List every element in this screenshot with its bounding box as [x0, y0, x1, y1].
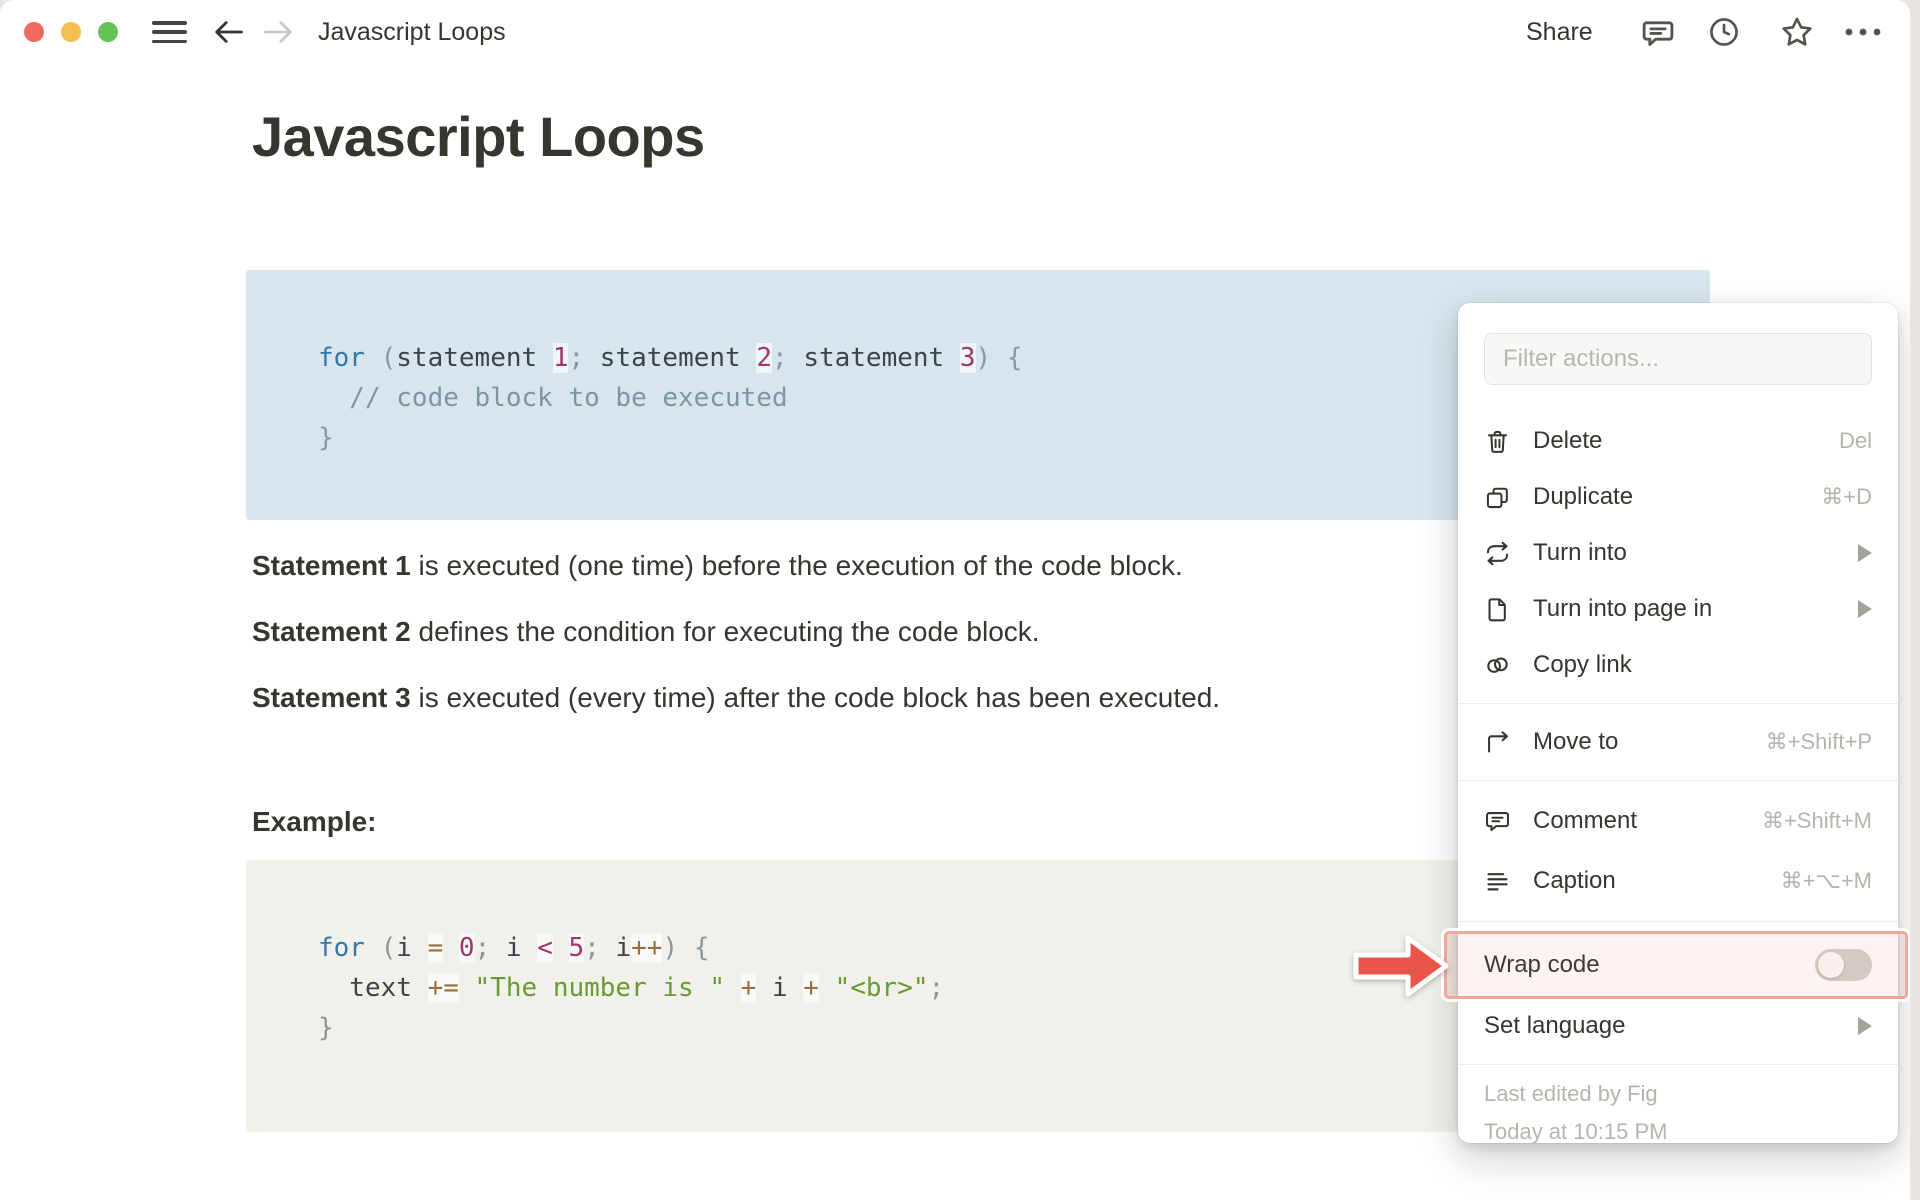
menu-item-delete[interactable]: Delete Del — [1458, 413, 1898, 469]
menu-separator — [1458, 780, 1898, 781]
menu-separator — [1458, 1064, 1898, 1065]
menu-item-comment[interactable]: Comment ⌘+Shift+M — [1458, 791, 1898, 851]
traffic-light-zoom[interactable] — [98, 22, 118, 42]
comment-icon — [1486, 811, 1509, 831]
last-edited-time: Today at 10:15 PM — [1484, 1119, 1668, 1143]
submenu-chevron-icon — [1858, 600, 1872, 618]
sidebar-menu-icon[interactable] — [152, 21, 187, 43]
menu-item-label: Comment — [1533, 807, 1638, 834]
back-arrow-icon[interactable] — [212, 16, 245, 48]
menu-item-label: Turn into page in — [1533, 595, 1713, 622]
traffic-light-minimize[interactable] — [61, 22, 81, 42]
page-icon — [1488, 597, 1506, 621]
menu-shortcut: Del — [1838, 428, 1872, 453]
share-button[interactable]: Share — [1526, 0, 1593, 64]
link-icon — [1487, 657, 1508, 673]
menu-item-set-language[interactable]: Set language — [1458, 998, 1898, 1054]
paragraph-statement-2: Statement 2 defines the condition for ex… — [252, 616, 1040, 647]
menu-separator — [1458, 703, 1898, 704]
toggle-knob — [1818, 952, 1844, 978]
breadcrumb-page-title: Javascript Loops — [318, 18, 506, 46]
trash-icon — [1488, 430, 1507, 453]
menu-item-turn-into[interactable]: Turn into — [1458, 525, 1898, 581]
menu-item-move-to[interactable]: Move to ⌘+Shift+P — [1458, 714, 1898, 770]
menu-item-label: Set language — [1484, 1012, 1626, 1039]
filter-actions-input[interactable] — [1484, 333, 1872, 385]
menu-shortcut: ⌘+D — [1821, 484, 1872, 509]
menu-item-wrap-code[interactable]: Wrap code — [1458, 932, 1898, 998]
more-options-icon[interactable] — [1843, 24, 1883, 40]
menu-shortcut: ⌘+⌥+M — [1780, 868, 1872, 893]
wrap-code-toggle[interactable] — [1815, 949, 1872, 981]
menu-item-label: Wrap code — [1484, 951, 1600, 978]
paragraph-statement-1: Statement 1 is executed (one time) befor… — [252, 550, 1183, 581]
menu-shortcut: ⌘+Shift+M — [1761, 808, 1872, 833]
menu-item-turn-into-page-in[interactable]: Turn into page in — [1458, 581, 1898, 637]
menu-item-label: Caption — [1533, 867, 1616, 894]
menu-item-label: Turn into — [1533, 539, 1627, 566]
paragraph-statement-3: Statement 3 is executed (every time) aft… — [252, 682, 1221, 713]
turn-into-icon — [1486, 541, 1509, 565]
menu-item-label: Delete — [1533, 427, 1603, 454]
menu-item-label: Duplicate — [1533, 483, 1634, 510]
traffic-light-close[interactable] — [24, 22, 44, 42]
menu-item-caption[interactable]: Caption ⌘+⌥+M — [1458, 851, 1898, 911]
example-heading: Example: — [252, 806, 377, 837]
app-window: Javascript Loops Share Javascript Loops … — [0, 0, 1910, 1200]
favorite-star-icon[interactable] — [1780, 15, 1814, 49]
caption-icon — [1487, 872, 1508, 890]
page-title: Javascript Loops — [252, 105, 705, 168]
menu-item-copy-link[interactable]: Copy link — [1458, 637, 1898, 693]
move-to-icon — [1488, 730, 1509, 753]
menu-item-label: Copy link — [1533, 651, 1632, 678]
menu-item-duplicate[interactable]: Duplicate ⌘+D — [1458, 469, 1898, 525]
block-options-menu: Delete Del Duplicate ⌘+D Turn into Turn … — [1458, 303, 1898, 1143]
menu-shortcut: ⌘+Shift+P — [1765, 729, 1872, 754]
duplicate-icon — [1486, 487, 1508, 508]
menu-separator — [1458, 921, 1898, 922]
menu-item-label: Move to — [1533, 728, 1619, 755]
last-edited-by: Last edited by Fig — [1484, 1081, 1658, 1106]
forward-arrow-icon[interactable] — [262, 16, 295, 48]
submenu-chevron-icon — [1858, 544, 1872, 562]
history-clock-icon[interactable] — [1708, 16, 1740, 48]
submenu-chevron-icon — [1858, 1017, 1872, 1035]
comments-icon[interactable] — [1641, 15, 1675, 49]
title-bar: Javascript Loops Share — [0, 0, 1910, 64]
